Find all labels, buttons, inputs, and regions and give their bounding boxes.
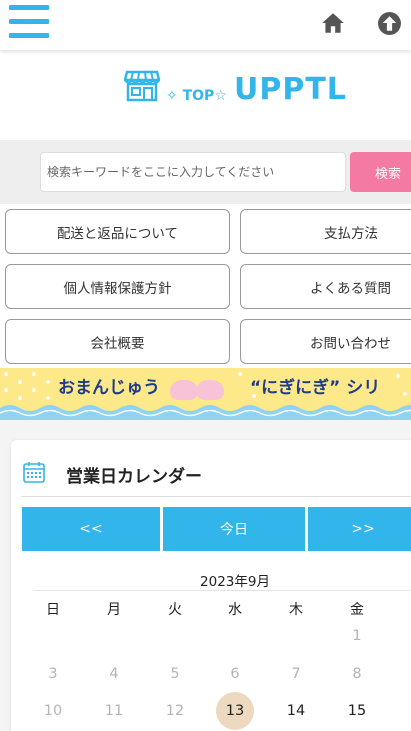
privacy-policy-link[interactable]: 個人情報保護方針: [5, 264, 230, 309]
shipping-returns-link[interactable]: 配送と返品について: [5, 209, 230, 254]
search-bar: 検索: [0, 140, 411, 204]
logo-area: ✧ TOP☆ UPPTL: [0, 50, 411, 140]
calendar-day[interactable]: 14: [276, 703, 316, 719]
calendar-day[interactable]: 3: [33, 666, 73, 682]
company-profile-link[interactable]: 会社概要: [5, 319, 230, 364]
calendar-day[interactable]: 10: [33, 703, 73, 719]
calendar-title: 営業日カレンダー: [66, 467, 202, 487]
logo-main-text: UPPTL: [234, 72, 347, 107]
page: ✧ TOP☆ UPPTL 検索 配送と返品について 支払方法 個人情報保護方針 …: [0, 0, 411, 731]
calendar-day[interactable]: 7: [276, 666, 316, 682]
prev-month-button[interactable]: <<: [22, 507, 160, 551]
payment-methods-link[interactable]: 支払方法: [240, 209, 411, 254]
banner-text-right: “にぎにぎ” シリ: [250, 378, 381, 398]
site-logo[interactable]: ✧ TOP☆ UPPTL: [124, 70, 364, 107]
banner-wave: [0, 405, 411, 420]
hamburger-icon[interactable]: [9, 5, 49, 39]
contact-link[interactable]: お問い合わせ: [240, 319, 411, 364]
weekday-wed: 水: [228, 602, 242, 618]
arrow-up-circle-icon[interactable]: [377, 11, 402, 36]
weekday-tue: 火: [168, 602, 182, 618]
calendar-day[interactable]: 11: [94, 703, 134, 719]
calendar-day[interactable]: 4: [94, 666, 134, 682]
logo-top-text: ✧ TOP☆: [166, 88, 227, 104]
weekday-thu: 木: [289, 602, 303, 618]
calendar-icon: [23, 462, 45, 483]
promo-banner[interactable]: おまんじゅう “にぎにぎ” シリ: [0, 368, 411, 420]
calendar-day[interactable]: 15: [337, 703, 377, 719]
weekday-fri: 金: [350, 602, 364, 618]
calendar-day[interactable]: 8: [337, 666, 377, 682]
calendar-divider: [21, 496, 411, 497]
search-button[interactable]: 検索: [350, 152, 411, 192]
home-icon[interactable]: [320, 10, 346, 36]
faq-link[interactable]: よくある質問: [240, 264, 411, 309]
search-input[interactable]: [40, 152, 346, 192]
calendar-day[interactable]: 12: [155, 703, 195, 719]
calendar-day[interactable]: 5: [155, 666, 195, 682]
calendar-day-today[interactable]: 13: [215, 703, 255, 719]
business-calendar: 営業日カレンダー << 今日 >> 2023年9月 日 月 火 水 木 金 1 …: [11, 440, 411, 731]
weekday-sun: 日: [46, 602, 60, 618]
weekday-mon: 月: [107, 602, 121, 618]
calendar-day[interactable]: 1: [337, 628, 377, 644]
storefront-icon: [124, 70, 160, 102]
next-month-button[interactable]: >>: [308, 507, 411, 551]
mochi-illustration: [170, 380, 198, 400]
banner-text-left: おまんじゅう: [58, 378, 160, 398]
mochi-illustration: [196, 380, 224, 400]
top-bar: [0, 0, 411, 50]
month-divider: [33, 590, 411, 591]
today-button[interactable]: 今日: [163, 507, 305, 551]
calendar-month: 2023年9月: [200, 574, 270, 590]
calendar-day[interactable]: 6: [215, 666, 255, 682]
